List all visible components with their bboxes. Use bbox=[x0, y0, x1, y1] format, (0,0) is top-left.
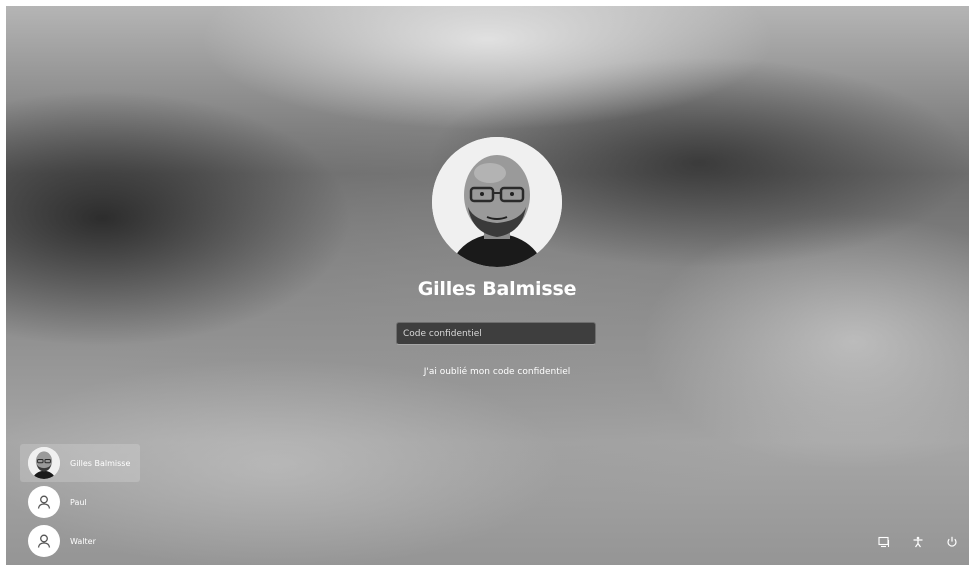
lock-screen: Gilles Balmisse J'ai oublié mon code con… bbox=[6, 6, 969, 565]
power-icon bbox=[947, 536, 957, 547]
accessibility-icon bbox=[913, 536, 923, 548]
network-icon bbox=[878, 536, 890, 548]
user-item-label: Paul bbox=[70, 497, 87, 507]
user-name: Gilles Balmisse bbox=[417, 278, 577, 300]
accessibility-button[interactable] bbox=[907, 531, 929, 553]
user-item-label: Gilles Balmisse bbox=[70, 458, 131, 468]
user-switcher-list: Gilles Balmisse Paul Walter bbox=[20, 444, 160, 560]
user-avatar-small bbox=[28, 447, 60, 479]
system-tray bbox=[861, 531, 963, 553]
default-user-icon bbox=[28, 486, 60, 518]
default-user-icon bbox=[28, 525, 60, 557]
user-item-walter[interactable]: Walter bbox=[20, 522, 160, 560]
user-item-paul[interactable]: Paul bbox=[20, 483, 160, 521]
user-item-gilles-balmisse[interactable]: Gilles Balmisse bbox=[20, 444, 140, 482]
network-button[interactable] bbox=[873, 531, 895, 553]
power-button[interactable] bbox=[941, 531, 963, 553]
user-avatar-large bbox=[432, 137, 562, 267]
pin-input[interactable] bbox=[396, 322, 596, 345]
forgot-pin-link[interactable]: J'ai oublié mon code confidentiel bbox=[347, 367, 647, 377]
user-item-label: Walter bbox=[70, 536, 96, 546]
